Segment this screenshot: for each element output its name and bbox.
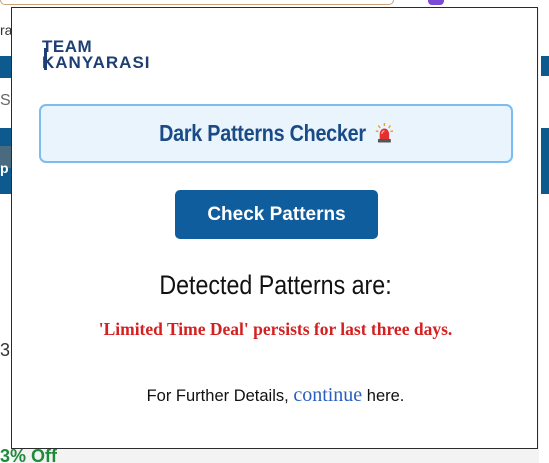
continue-link[interactable]: continue: [293, 384, 362, 406]
background-address-bar: [0, 0, 394, 5]
background-extension-icon: [428, 0, 444, 5]
detected-pattern-message: 'Limited Time Deal' persists for last th…: [98, 319, 453, 339]
further-details-prefix: For Further Details,: [146, 387, 294, 405]
background-right-banner: [541, 56, 549, 76]
background-right-nav: [541, 128, 549, 194]
check-patterns-button[interactable]: Check Patterns: [175, 190, 378, 239]
background-text-fragment: 3: [0, 340, 11, 360]
title-banner: Dark Patterns Checker: [39, 104, 513, 163]
further-details-text: For Further Details, continue here.: [12, 384, 539, 407]
background-right-strip: [539, 8, 549, 463]
extension-popup: TEAM KANYARASI Dark Patterns Checker Che…: [11, 7, 538, 449]
further-details-suffix: here.: [362, 387, 405, 405]
screen: ra Se p 3 3% Off TEAM KANYARASI Dark Pat…: [0, 0, 549, 463]
siren-icon: [374, 122, 393, 144]
app-title-label: Dark Patterns Checker: [158, 120, 366, 146]
logo-line-2: KANYARASI: [42, 53, 151, 72]
background-text-fragment: p: [0, 160, 9, 176]
team-logo: TEAM KANYARASI: [42, 37, 182, 77]
detected-heading: Detected Patterns are:: [159, 270, 392, 300]
app-title: Dark Patterns Checker: [159, 120, 393, 147]
